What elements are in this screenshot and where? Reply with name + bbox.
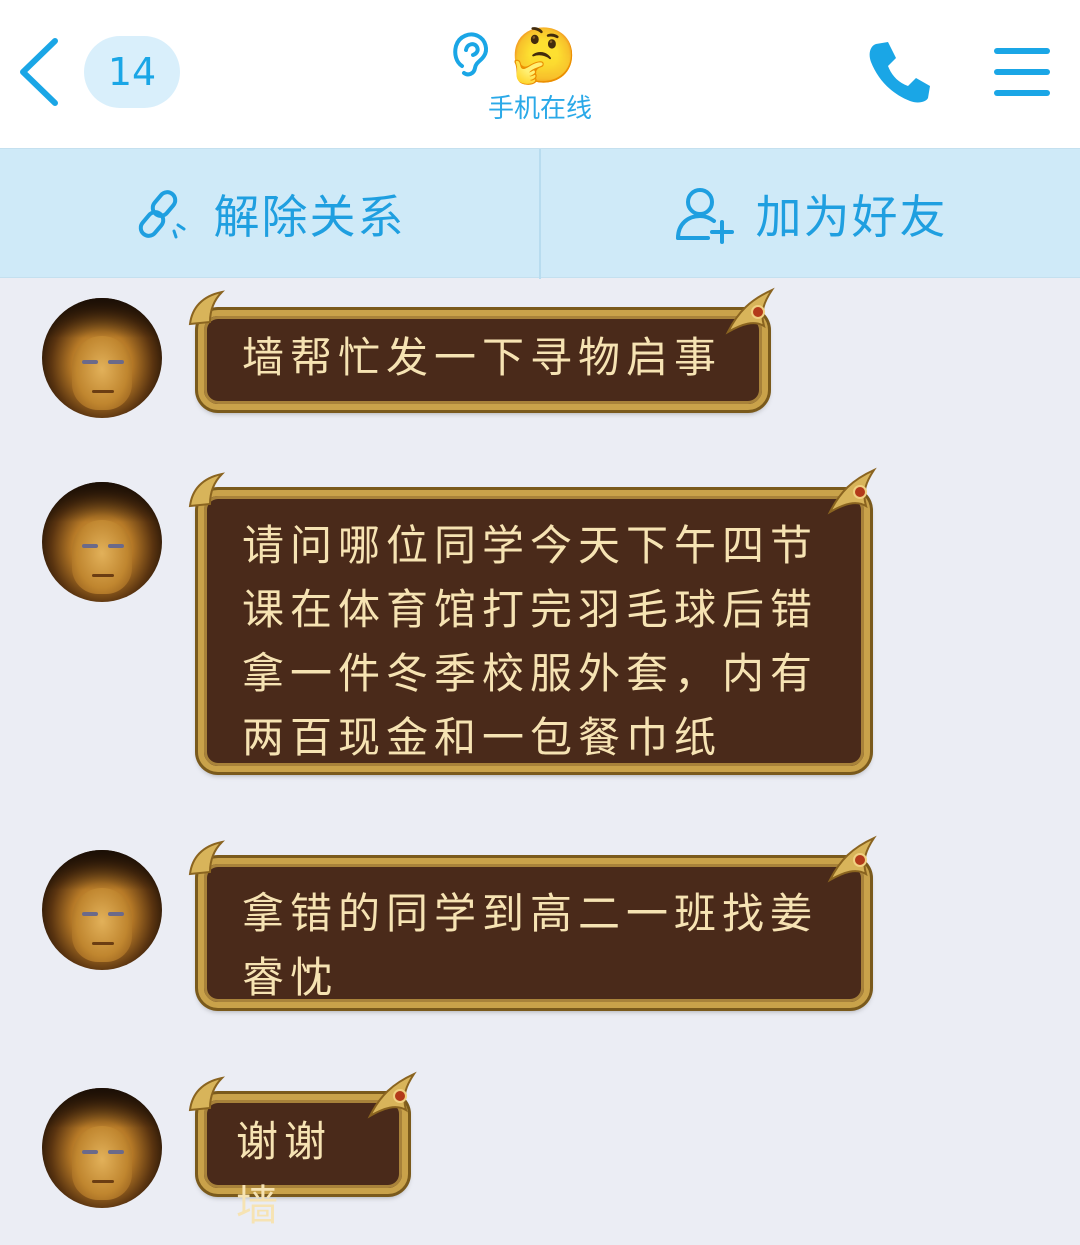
ear-icon[interactable] [448,28,492,78]
bubble-ornament-icon [827,467,877,515]
avatar-eye [82,912,98,916]
sender-avatar[interactable] [42,298,162,418]
remove-relation-label: 解除关系 [213,190,406,244]
menu-button[interactable] [994,44,1052,100]
bubble-corner-leaf-icon [188,290,226,326]
unread-count-badge[interactable]: 14 [84,36,180,108]
avatar-mouth [92,942,114,945]
call-button[interactable] [866,38,934,106]
bubble-ornament-icon [827,835,877,883]
contact-title[interactable]: 🤔 手机在线 [440,26,640,126]
message-text: 谢谢墙 [236,1117,333,1230]
message-text: 请问哪位同学今天下午四节课在体育馆打完羽毛球后错拿一件冬季校服外套，内有两百现金… [242,521,819,762]
avatar-eye [108,912,124,916]
avatar-eye [82,360,98,364]
bubble-ornament-icon [725,287,775,335]
back-button[interactable] [14,34,64,110]
avatar-mouth [92,390,114,393]
avatar-eye [108,544,124,548]
message-bubble[interactable]: 请问哪位同学今天下午四节课在体育馆打完羽毛球后错拿一件冬季校服外套，内有两百现金… [198,490,870,772]
sender-avatar[interactable] [42,482,162,602]
avatar-hair [42,482,162,522]
avatar-face [72,888,132,962]
add-friend-button[interactable]: 加为好友 [541,149,1080,279]
hamburger-menu-icon [994,90,1050,96]
contact-avatar: 🤔 [510,24,578,87]
avatar-hair [42,850,162,890]
message-bubble[interactable]: 墙帮忙发一下寻物启事 [198,310,768,410]
avatar-eye [108,1150,124,1154]
avatar-eye [108,360,124,364]
chevron-left-icon [20,38,58,106]
add-user-icon [675,188,734,244]
hamburger-menu-icon [994,48,1050,54]
message-text: 拿错的同学到高二一班找姜睿忱 [242,889,819,1002]
avatar-face [72,336,132,410]
avatar-mouth [92,574,114,577]
remove-relation-button[interactable]: 解除关系 [0,149,539,279]
avatar-face [72,520,132,594]
online-status: 手机在线 [487,94,592,124]
message-text: 墙帮忙发一下寻物启事 [242,333,723,382]
broken-link-icon [138,190,185,239]
avatar-eye [82,1150,98,1154]
relation-action-bar: 解除关系 加为好友 [0,148,1080,279]
bubble-corner-leaf-icon [188,472,226,508]
message-bubble[interactable]: 拿错的同学到高二一班找姜睿忱 [198,858,870,1008]
hamburger-menu-icon [994,69,1050,75]
avatar-eye [82,544,98,548]
chat-header: 14 🤔 手机在线 [0,0,1080,148]
avatar-mouth [92,1180,114,1183]
bubble-corner-leaf-icon [188,840,226,876]
sender-avatar[interactable] [42,850,162,970]
add-friend-label: 加为好友 [755,190,948,244]
avatar-hair [42,1088,162,1128]
bubble-ornament-icon [367,1071,417,1119]
bubble-corner-leaf-icon [188,1076,226,1112]
avatar-face [72,1126,132,1200]
sender-avatar[interactable] [42,1088,162,1208]
avatar-hair [42,298,162,338]
phone-icon [869,42,930,103]
